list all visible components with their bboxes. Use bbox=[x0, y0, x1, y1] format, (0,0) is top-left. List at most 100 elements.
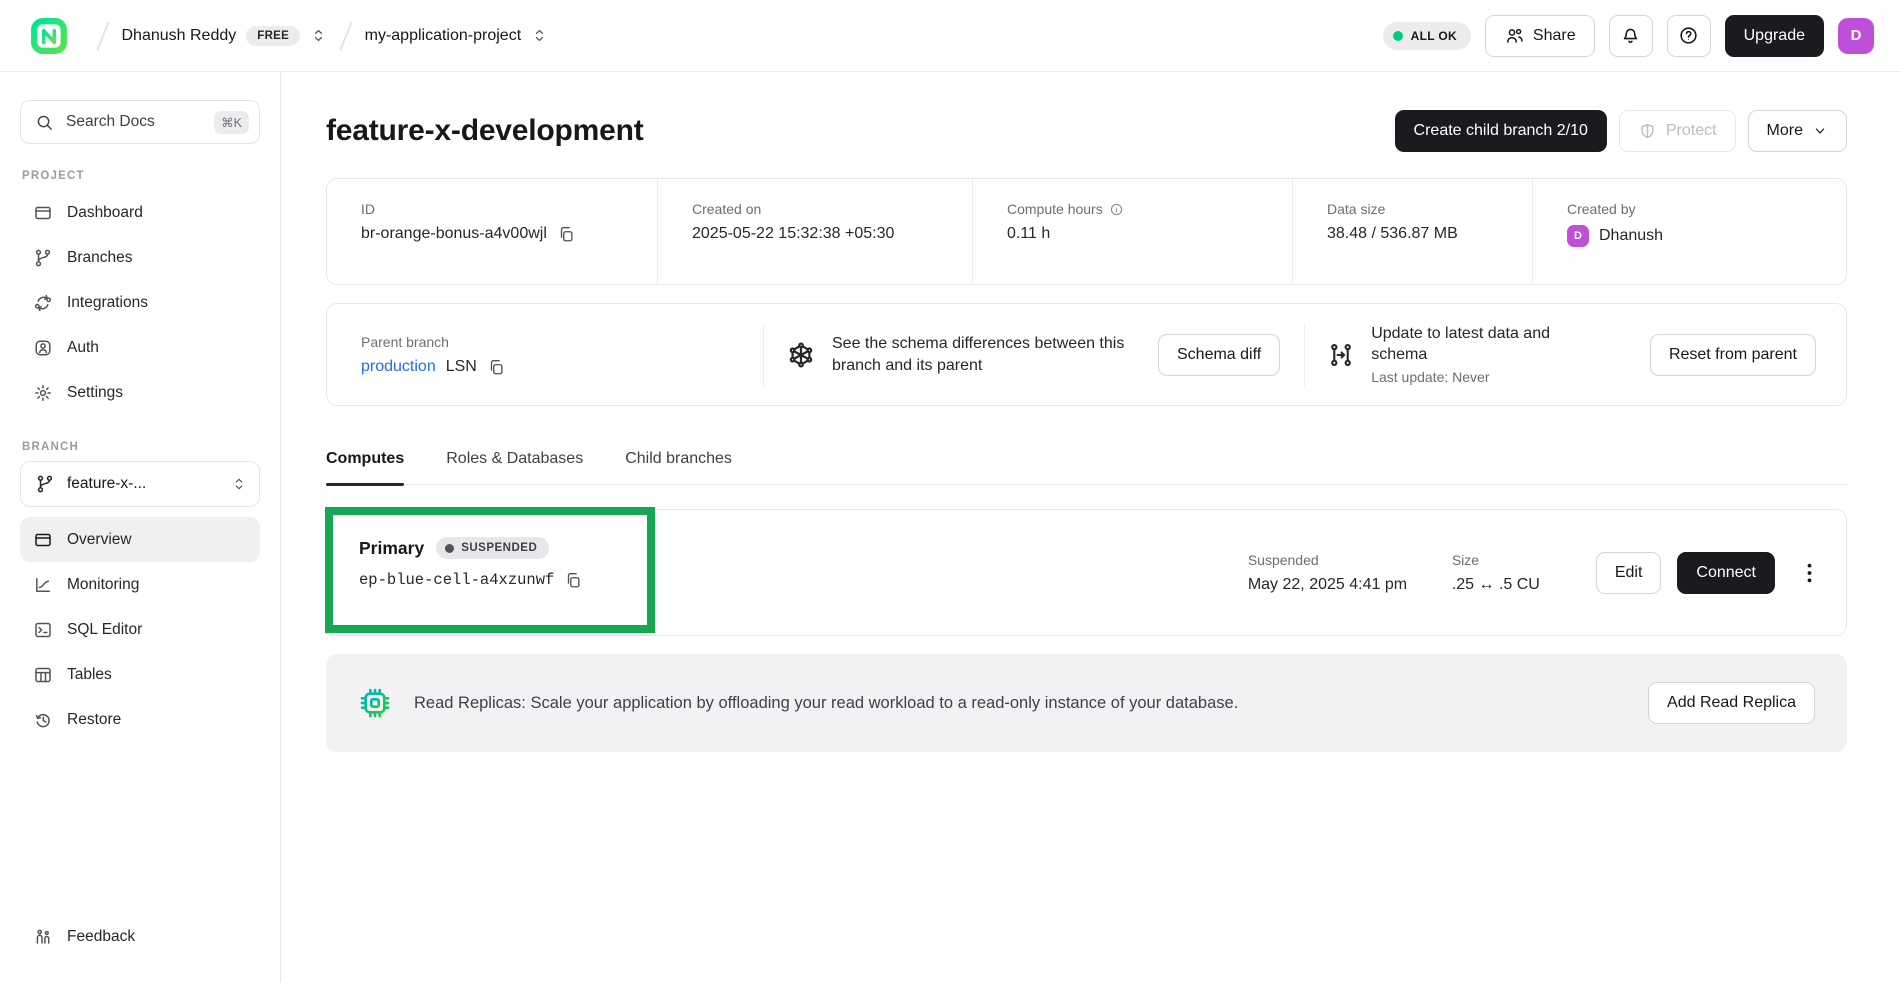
table-icon bbox=[33, 665, 53, 685]
share-label: Share bbox=[1533, 27, 1576, 45]
parent-branch-link[interactable]: production bbox=[361, 358, 436, 376]
tab-roles-databases[interactable]: Roles & Databases bbox=[446, 450, 583, 484]
sidebar-item-label: Integrations bbox=[67, 294, 148, 312]
share-button[interactable]: Share bbox=[1485, 15, 1595, 57]
tab-bar: Computes Roles & Databases Child branche… bbox=[326, 450, 1847, 485]
create-child-branch-label: Create child branch 2/10 bbox=[1414, 122, 1588, 140]
window-icon bbox=[33, 530, 53, 550]
created-on-label: Created on bbox=[692, 201, 972, 217]
kebab-menu-icon[interactable] bbox=[1803, 559, 1816, 587]
annotation-highlight-box: Primary SUSPENDED ep-blue-cell-a4xzunwf bbox=[325, 507, 655, 633]
sidebar-item-auth[interactable]: Auth bbox=[20, 325, 260, 370]
breadcrumb-project[interactable]: my-application-project bbox=[365, 27, 549, 45]
sidebar-item-label: Tables bbox=[67, 666, 112, 684]
sidebar: Search Docs ⌘K PROJECT Dashboard Branche… bbox=[0, 72, 281, 983]
created-by-avatar: D bbox=[1567, 225, 1589, 247]
sidebar-item-label: Settings bbox=[67, 384, 123, 402]
id-label: ID bbox=[361, 201, 657, 217]
parent-branch-card: Parent branch production LSN bbox=[326, 303, 1847, 406]
sidebar-item-label: Restore bbox=[67, 711, 121, 729]
chevron-sort-icon bbox=[231, 476, 247, 492]
created-on-value: 2025-05-22 15:32:38 +05:30 bbox=[692, 225, 894, 243]
edit-button[interactable]: Edit bbox=[1596, 552, 1662, 594]
schema-diff-label: Schema diff bbox=[1177, 346, 1261, 364]
git-branch-icon bbox=[35, 474, 55, 494]
breadcrumb-divider bbox=[96, 21, 109, 49]
copy-icon[interactable] bbox=[557, 225, 575, 243]
bell-icon bbox=[1620, 25, 1641, 46]
tab-computes[interactable]: Computes bbox=[326, 450, 404, 484]
compute-row: Primary SUSPENDED ep-blue-cell-a4xzunwf bbox=[326, 509, 1847, 636]
terminal-icon bbox=[33, 620, 53, 640]
help-button[interactable] bbox=[1667, 15, 1711, 57]
schema-network-icon bbox=[786, 340, 816, 370]
page-title: feature-x-development bbox=[326, 114, 644, 148]
compute-name: Primary bbox=[359, 538, 424, 559]
sidebar-item-restore[interactable]: Restore bbox=[20, 697, 260, 742]
history-clock-icon bbox=[33, 710, 53, 730]
search-label: Search Docs bbox=[66, 113, 155, 131]
keyboard-shortcut-badge: ⌘K bbox=[214, 111, 249, 134]
breadcrumb-divider bbox=[340, 21, 353, 49]
info-icon bbox=[1109, 202, 1124, 217]
reset-from-parent-button[interactable]: Reset from parent bbox=[1650, 334, 1816, 376]
status-label: ALL OK bbox=[1411, 29, 1457, 43]
copy-icon[interactable] bbox=[564, 571, 582, 589]
git-branch-icon bbox=[33, 248, 53, 268]
breadcrumb-org[interactable]: Dhanush Reddy FREE bbox=[122, 26, 328, 46]
sidebar-item-label: Dashboard bbox=[67, 204, 143, 222]
sidebar-item-branches[interactable]: Branches bbox=[20, 235, 260, 280]
schema-diff-button[interactable]: Schema diff bbox=[1158, 334, 1280, 376]
parent-branch-label: Parent branch bbox=[361, 334, 763, 350]
connect-label: Connect bbox=[1696, 564, 1756, 582]
create-child-branch-button[interactable]: Create child branch 2/10 bbox=[1395, 110, 1607, 152]
update-subtitle: Last update: Never bbox=[1371, 369, 1589, 385]
search-docs-input[interactable]: Search Docs ⌘K bbox=[20, 100, 260, 144]
tab-child-branches[interactable]: Child branches bbox=[625, 450, 732, 484]
sidebar-item-tables[interactable]: Tables bbox=[20, 652, 260, 697]
chart-icon bbox=[33, 575, 53, 595]
main-content: feature-x-development Create child branc… bbox=[281, 72, 1900, 983]
sidebar-item-integrations[interactable]: Integrations bbox=[20, 280, 260, 325]
user-avatar[interactable]: D bbox=[1838, 18, 1874, 54]
avatar-initial: D bbox=[1851, 27, 1862, 44]
created-by-value: Dhanush bbox=[1599, 227, 1663, 245]
sidebar-item-feedback[interactable]: Feedback bbox=[20, 914, 260, 959]
sidebar-item-sql-editor[interactable]: SQL Editor bbox=[20, 607, 260, 652]
search-icon bbox=[35, 113, 54, 132]
org-name: Dhanush Reddy bbox=[122, 27, 237, 45]
read-replica-banner: Read Replicas: Scale your application by… bbox=[326, 654, 1847, 752]
status-pill[interactable]: ALL OK bbox=[1383, 22, 1471, 50]
gear-icon bbox=[33, 383, 53, 403]
compute-hours-label: Compute hours bbox=[1007, 201, 1103, 217]
sidebar-item-label: Feedback bbox=[67, 928, 135, 946]
read-replica-description: Read Replicas: Scale your application by… bbox=[414, 694, 1238, 713]
suspended-label: Suspended bbox=[1248, 552, 1424, 568]
upgrade-button[interactable]: Upgrade bbox=[1725, 15, 1824, 57]
plan-badge: FREE bbox=[246, 26, 300, 46]
more-button[interactable]: More bbox=[1748, 110, 1847, 152]
branch-selector[interactable]: feature-x-... bbox=[20, 461, 260, 507]
sidebar-item-label: SQL Editor bbox=[67, 621, 142, 639]
sidebar-item-label: Overview bbox=[67, 531, 132, 549]
question-circle-icon bbox=[1678, 25, 1699, 46]
chevron-sort-icon bbox=[310, 27, 327, 44]
section-label-project: PROJECT bbox=[22, 170, 260, 182]
add-read-replica-button[interactable]: Add Read Replica bbox=[1648, 682, 1815, 724]
section-label-branch: BRANCH bbox=[22, 441, 260, 453]
window-icon bbox=[33, 203, 53, 223]
sidebar-item-monitoring[interactable]: Monitoring bbox=[20, 562, 260, 607]
compute-hours-value: 0.11 h bbox=[1007, 225, 1050, 243]
sidebar-item-dashboard[interactable]: Dashboard bbox=[20, 190, 260, 235]
suspended-dot-icon bbox=[445, 544, 454, 553]
copy-icon[interactable] bbox=[487, 358, 505, 376]
feedback-people-icon bbox=[33, 927, 53, 947]
sidebar-item-overview[interactable]: Overview bbox=[20, 517, 260, 562]
neon-logo[interactable] bbox=[30, 17, 68, 55]
branch-info-card: ID br-orange-bonus-a4v00wjl Created on 2… bbox=[326, 178, 1847, 285]
status-dot-icon bbox=[1393, 31, 1403, 41]
connect-button[interactable]: Connect bbox=[1677, 552, 1775, 594]
notifications-button[interactable] bbox=[1609, 15, 1653, 57]
sidebar-item-settings[interactable]: Settings bbox=[20, 370, 260, 415]
protect-button[interactable]: Protect bbox=[1619, 110, 1736, 152]
